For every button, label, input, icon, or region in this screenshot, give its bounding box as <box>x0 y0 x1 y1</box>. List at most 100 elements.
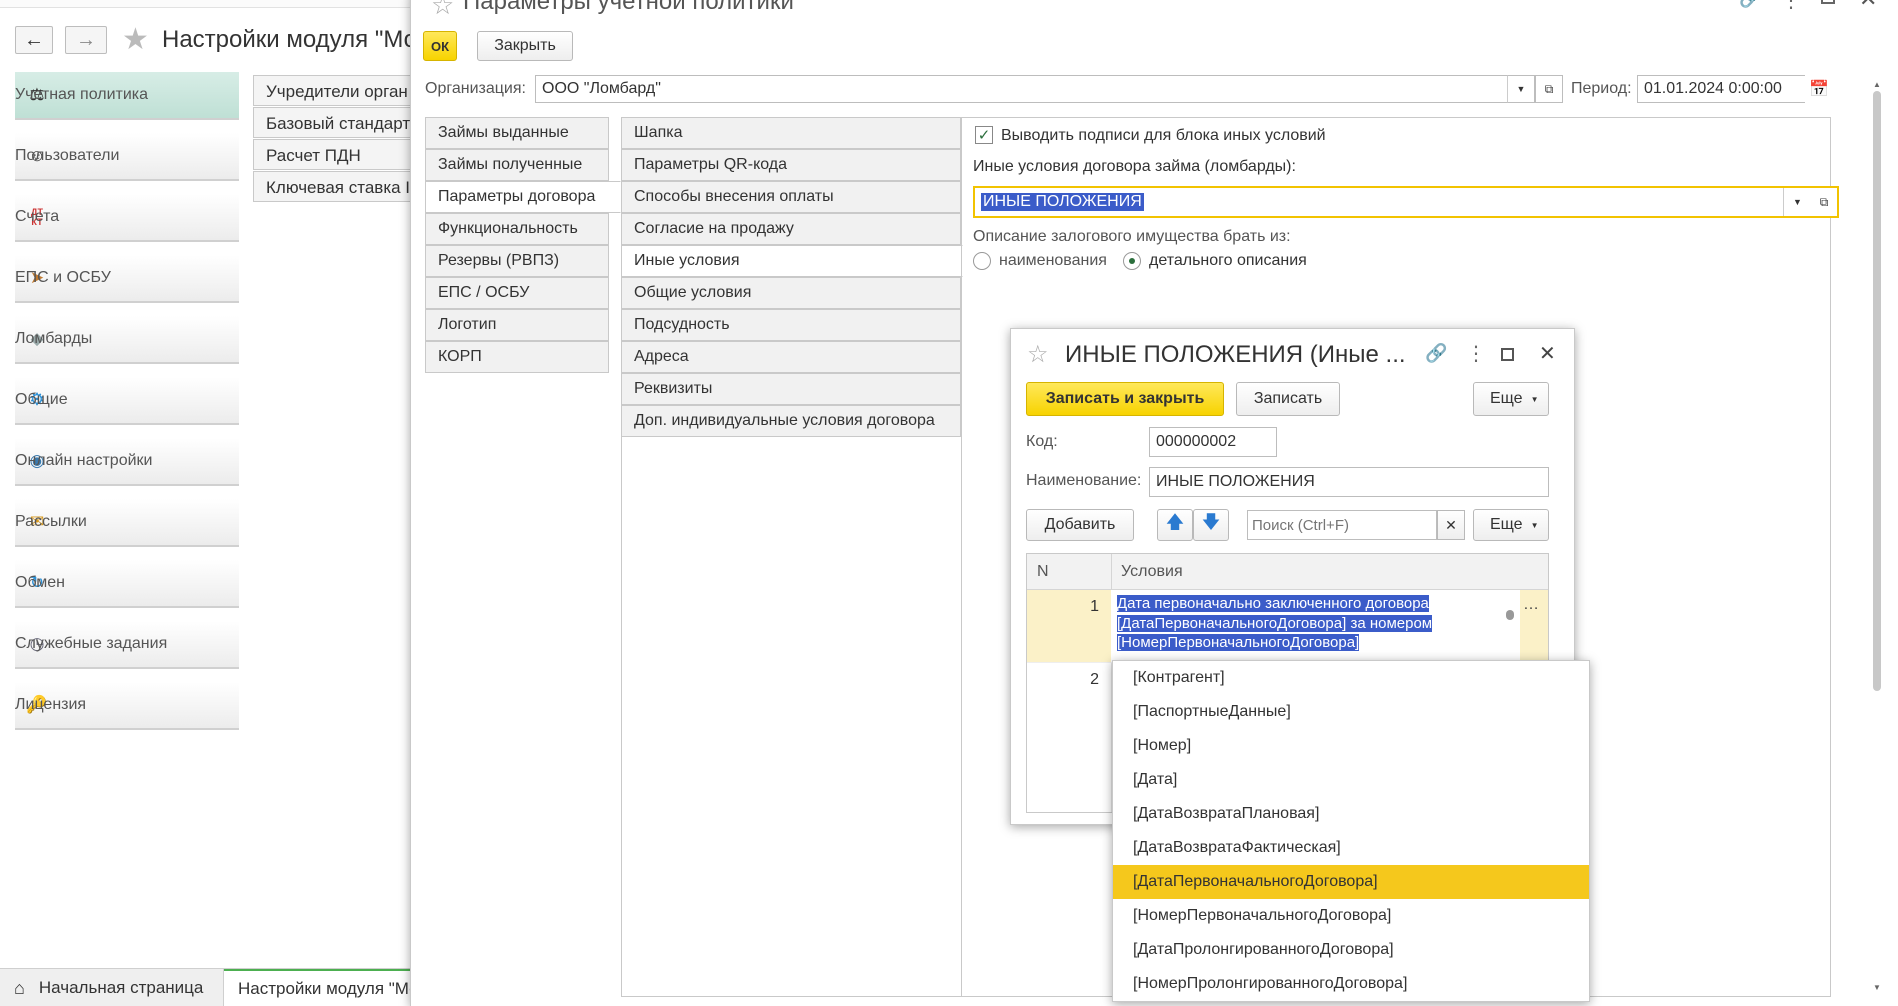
dropdown-item-highlighted[interactable]: [ДатаПервоначальногоДоговора] <box>1113 865 1589 899</box>
tab-logo[interactable]: Логотип <box>425 309 609 341</box>
tab-contract-params[interactable]: Параметры договора <box>425 181 621 213</box>
code-field[interactable]: 000000002 <box>1149 427 1277 457</box>
dropdown-item[interactable]: [ДатаВозвратаПлановая] <box>1113 797 1589 831</box>
section-item-founders[interactable]: Учредители орган <box>253 75 413 106</box>
dropdown-item[interactable]: [ДатаВозвратаФактическая] <box>1113 831 1589 865</box>
more-menu-icon[interactable]: ⋮ <box>1466 341 1486 366</box>
tab-home[interactable]: ⌂ Начальная страница <box>0 969 224 1006</box>
sidebar-item-license[interactable]: 🔑 Лицензия <box>15 682 239 730</box>
dropdown-item[interactable]: [НомерПролонгированногоДоговора] <box>1113 967 1589 1001</box>
close-icon[interactable]: ✕ <box>1859 0 1877 12</box>
condition-text-editor[interactable]: Дата первоначально заключенного договора… <box>1111 590 1520 662</box>
subtab-jurisdiction[interactable]: Подсудность <box>621 309 961 341</box>
sidebar-item-accounts[interactable]: ДТ КТ Счета <box>15 194 239 242</box>
sidebar-item-service-tasks[interactable]: ◷ Служебные задания <box>15 621 239 669</box>
move-up-button[interactable]: 🡅 <box>1157 509 1193 541</box>
tab-functionality[interactable]: Функциональность <box>425 213 609 245</box>
close-icon: ✕ <box>1445 516 1457 533</box>
back-button[interactable]: ← <box>15 26 53 54</box>
main-scrollbar[interactable]: ▲ ▼ <box>1870 80 1884 1000</box>
maximize-icon[interactable] <box>1501 348 1514 361</box>
period-field[interactable]: 01.01.2024 0:00:00 <box>1637 75 1833 103</box>
sidebar-item-online[interactable]: ◉ Онлайн настройки <box>15 438 239 486</box>
move-down-button[interactable]: 🡇 <box>1193 509 1229 541</box>
search-input[interactable] <box>1247 510 1437 540</box>
subtab-qr[interactable]: Параметры QR-кода <box>621 149 961 181</box>
tab-korp[interactable]: КОРП <box>425 341 609 373</box>
section-item-base-standard[interactable]: Базовый стандарт <box>253 107 413 138</box>
sidebar-item-exchange[interactable]: ↻ Обмен <box>15 560 239 608</box>
dropdown-item[interactable]: [Дата] <box>1113 763 1589 797</box>
subtab-divider <box>961 117 962 997</box>
org-open-button[interactable]: ⧉ <box>1535 75 1563 103</box>
sidebar-item-pawnshops[interactable]: ◆ Ломбарды <box>15 316 239 364</box>
sidebar-item-users[interactable]: ☺ Пользователи <box>15 133 239 181</box>
period-label: Период: <box>1571 80 1632 97</box>
close-icon[interactable]: ✕ <box>1539 341 1556 366</box>
save-and-close-button[interactable]: Записать и закрыть <box>1026 382 1224 416</box>
editor-scrollbar[interactable] <box>1503 596 1517 656</box>
radio-detailed[interactable] <box>1123 252 1141 270</box>
subtab-sale-consent[interactable]: Согласие на продажу <box>621 213 961 245</box>
sidebar-item-accounting-policy[interactable]: ⚖ Учетная политика <box>15 72 239 120</box>
table-header: N Условия <box>1027 554 1548 590</box>
section-item-key-rate[interactable]: Ключевая ставка I <box>253 171 413 202</box>
ellipsis-button[interactable]: … <box>1523 596 1539 614</box>
org-dropdown-button[interactable]: ▼ <box>1507 75 1535 103</box>
tab-reserves[interactable]: Резервы (РВПЗ) <box>425 245 609 277</box>
org-field[interactable]: ООО "Ломбард" <box>535 75 1535 103</box>
calendar-icon[interactable]: 📅 <box>1805 75 1833 103</box>
sidebar-item-general[interactable]: ⚙ Общие <box>15 377 239 425</box>
more-menu-icon[interactable]: ⋮ <box>1781 0 1801 13</box>
link-icon[interactable]: 🔗 <box>1739 0 1761 9</box>
more-table-button[interactable]: Еще ▼ <box>1473 509 1549 541</box>
arrow-down-icon: 🡇 <box>1201 512 1221 532</box>
tab-current-settings[interactable]: Настройки модуля "Мо <box>224 969 414 1006</box>
subtab-other-conditions[interactable]: Иные условия <box>621 245 963 277</box>
other-conditions-field[interactable]: ИНЫЕ ПОЛОЖЕНИЯ <box>973 186 1839 218</box>
tab-loans-received[interactable]: Займы полученные <box>425 149 609 181</box>
dropdown-item[interactable]: [Номер] <box>1113 729 1589 763</box>
arrow-left-icon: ← <box>24 28 44 51</box>
code-label: Код: <box>1026 433 1058 450</box>
forward-button[interactable]: → <box>65 26 107 54</box>
radio-name[interactable] <box>973 252 991 270</box>
subtab-general-conditions[interactable]: Общие условия <box>621 277 961 309</box>
dropdown-item[interactable]: [ПаспортныеДанные] <box>1113 695 1589 729</box>
dropdown-item[interactable]: [Контрагент] <box>1113 661 1589 695</box>
name-field[interactable]: ИНЫЕ ПОЛОЖЕНИЯ <box>1149 467 1549 497</box>
favorite-star-icon[interactable]: ☆ <box>1027 340 1049 369</box>
subtab-payment-methods[interactable]: Способы внесения оплаты <box>621 181 961 213</box>
maximize-icon[interactable] <box>1821 0 1835 4</box>
dropdown-item[interactable]: [НомерПервоначальногоДоговора] <box>1113 899 1589 933</box>
clear-search-button[interactable]: ✕ <box>1437 510 1465 540</box>
section-item-pdn[interactable]: Расчет ПДН <box>253 139 413 170</box>
scroll-down-icon: ▼ <box>1873 983 1881 992</box>
subtab-requisites[interactable]: Реквизиты <box>621 373 961 405</box>
ok-button[interactable]: ОК <box>423 31 457 61</box>
signatures-checkbox-label: Выводить подписи для блока иных условий <box>1001 127 1326 144</box>
dropdown-item[interactable]: [ДатаПролонгированногоДоговора] <box>1113 933 1589 967</box>
close-button[interactable]: Закрыть <box>477 31 573 61</box>
subtab-header[interactable]: Шапка <box>621 117 961 149</box>
radio-detailed-label: детального описания <box>1149 252 1307 269</box>
other-conditions-dropdown[interactable]: ▼ <box>1783 188 1811 216</box>
link-icon[interactable]: 🔗 <box>1425 343 1447 364</box>
more-button[interactable]: Еще ▼ <box>1473 382 1549 416</box>
signatures-checkbox[interactable]: ✓ <box>975 126 993 144</box>
sidebar-item-eps[interactable]: ➤ ЕПС и ОСБУ <box>15 255 239 303</box>
scroll-thumb[interactable] <box>1873 91 1881 691</box>
open-window-icon: ⧉ <box>1819 194 1829 209</box>
table-row[interactable]: 1 Дата первоначально заключенного догово… <box>1027 590 1548 662</box>
favorite-star-icon[interactable]: ★ <box>122 22 149 57</box>
col-n-header: N <box>1037 563 1049 580</box>
tab-eps-osbu[interactable]: ЕПС / ОСБУ <box>425 277 609 309</box>
sidebar-item-mailings[interactable]: ✉ Рассылки <box>15 499 239 547</box>
save-button[interactable]: Записать <box>1236 382 1340 416</box>
favorite-star-icon[interactable]: ☆ <box>431 0 454 21</box>
subtab-addresses[interactable]: Адреса <box>621 341 961 373</box>
add-row-button[interactable]: Добавить <box>1026 509 1134 541</box>
subtab-additional-conditions[interactable]: Доп. индивидуальные условия договора <box>621 405 961 437</box>
tab-loans-issued[interactable]: Займы выданные <box>425 117 609 149</box>
other-conditions-open[interactable]: ⧉ <box>1811 188 1837 216</box>
